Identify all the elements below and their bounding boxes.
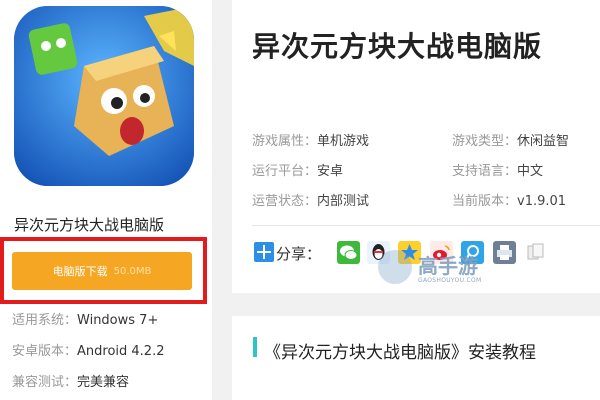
attr-key: 运营状态： — [252, 194, 318, 209]
section-accent-bar — [253, 337, 257, 357]
spec-value: Windows 7+ — [77, 313, 159, 328]
spec-value: Android 4.2.2 — [77, 344, 165, 359]
attr-value: 单机游戏 — [317, 134, 370, 149]
attr-value: v1.9.01 — [517, 194, 567, 209]
attr-key: 支持语言： — [452, 164, 518, 179]
spec-os: 适用系统：Windows 7+ — [12, 309, 158, 328]
download-label: 电脑版下载 — [52, 265, 108, 278]
attr-status: 运营状态：内部测试 — [252, 190, 369, 209]
spec-value: 完美兼容 — [77, 375, 130, 390]
attr-version: 当前版本：v1.9.01 — [452, 190, 566, 209]
download-button[interactable]: 电脑版下载 50.0MB — [12, 252, 192, 290]
divider — [252, 225, 600, 226]
spec-key: 安卓版本： — [12, 344, 78, 359]
watermark-subtext: GAOSHOUYOU.COM — [418, 277, 482, 284]
share-label: 分享： — [276, 245, 322, 263]
spec-key: 兼容测试： — [12, 375, 78, 390]
spec-compat: 兼容测试：完美兼容 — [12, 371, 129, 390]
watermark: 高手游 GAOSHOUYOU.COM — [378, 244, 498, 296]
app-icon[interactable] — [14, 6, 194, 186]
app-name: 异次元方块大战电脑版 — [14, 216, 165, 234]
share-plus-icon[interactable] — [254, 242, 274, 262]
spec-android: 安卓版本：Android 4.2.2 — [12, 340, 165, 359]
attr-key: 游戏属性： — [252, 134, 318, 149]
spec-key: 适用系统： — [12, 313, 78, 328]
attr-value: 中文 — [517, 164, 544, 179]
attr-key: 当前版本： — [452, 194, 518, 209]
section-title: 《异次元方块大战电脑版》安装教程 — [264, 343, 536, 363]
wechat-icon[interactable] — [337, 241, 360, 264]
attr-value: 内部测试 — [317, 194, 370, 209]
attr-genre: 游戏类型：休闲益智 — [452, 130, 569, 149]
watermark-logo-icon — [378, 250, 412, 284]
app-icon-artwork — [14, 6, 194, 186]
attr-key: 运行平台： — [252, 164, 318, 179]
page-title: 异次元方块大战电脑版 — [252, 30, 543, 63]
watermark-text: 高手游 — [418, 254, 478, 278]
attr-value: 安卓 — [317, 164, 344, 179]
attr-language: 支持语言：中文 — [452, 160, 543, 179]
attr-category: 游戏属性：单机游戏 — [252, 130, 369, 149]
attr-platform: 运行平台：安卓 — [252, 160, 343, 179]
copy-icon[interactable] — [524, 241, 547, 264]
download-size: 50.0MB — [113, 265, 152, 277]
attr-value: 休闲益智 — [517, 134, 570, 149]
attr-key: 游戏类型： — [452, 134, 518, 149]
